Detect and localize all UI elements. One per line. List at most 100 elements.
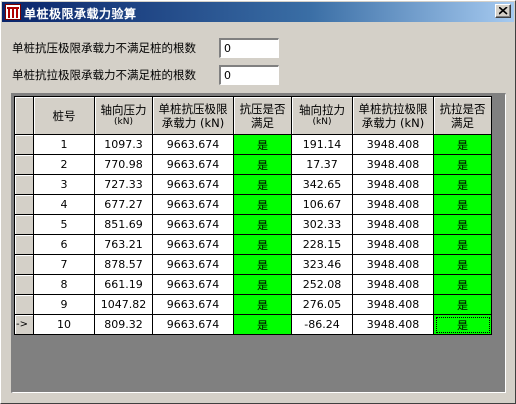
tension-fail-count-field[interactable]: 0 bbox=[219, 65, 279, 85]
column-header-tens-ok[interactable]: 抗拉是否 满足 bbox=[433, 96, 492, 135]
cell-axial-tension[interactable]: 17.37 bbox=[291, 154, 353, 175]
cell-axial-tension[interactable]: 323.46 bbox=[291, 254, 353, 275]
table-row[interactable]: 3 727.33 9663.674 是 342.65 3948.408 是 bbox=[14, 174, 492, 195]
cell-pile-no[interactable]: 4 bbox=[33, 194, 95, 215]
cell-tens-capacity[interactable]: 3948.408 bbox=[352, 194, 434, 215]
cell-axial-pressure[interactable]: 661.19 bbox=[94, 274, 153, 295]
table-row[interactable]: 6 763.21 9663.674 是 228.15 3948.408 是 bbox=[14, 234, 492, 255]
cell-pile-no[interactable]: 2 bbox=[33, 154, 95, 175]
cell-tens-capacity[interactable]: 3948.408 bbox=[352, 254, 434, 275]
cell-comp-capacity[interactable]: 9663.674 bbox=[152, 154, 234, 175]
cell-pile-no[interactable]: 8 bbox=[33, 274, 95, 295]
cell-tens-capacity[interactable]: 3948.408 bbox=[352, 314, 434, 335]
cell-axial-tension[interactable]: 252.08 bbox=[291, 274, 353, 295]
cell-comp-capacity[interactable]: 9663.674 bbox=[152, 254, 234, 275]
cell-comp-capacity[interactable]: 9663.674 bbox=[152, 294, 234, 315]
cell-tens-ok[interactable]: 是 bbox=[433, 134, 492, 155]
cell-axial-tension[interactable]: 106.67 bbox=[291, 194, 353, 215]
cell-tens-ok[interactable]: 是 bbox=[433, 174, 492, 195]
column-header-pile-no[interactable]: 桩号 bbox=[33, 96, 95, 135]
cell-comp-ok[interactable]: 是 bbox=[233, 134, 292, 155]
cell-tens-ok[interactable]: 是 bbox=[433, 194, 492, 215]
cell-tens-ok[interactable]: 是 bbox=[433, 254, 492, 275]
cell-comp-capacity[interactable]: 9663.674 bbox=[152, 234, 234, 255]
cell-comp-capacity[interactable]: 9663.674 bbox=[152, 174, 234, 195]
cell-axial-tension[interactable]: -86.24 bbox=[291, 314, 353, 335]
cell-tens-ok-focused[interactable]: 是 bbox=[433, 314, 492, 335]
cell-comp-capacity[interactable]: 9663.674 bbox=[152, 194, 234, 215]
cell-comp-ok[interactable]: 是 bbox=[233, 294, 292, 315]
close-button[interactable] bbox=[495, 4, 511, 18]
row-selector[interactable] bbox=[14, 254, 34, 275]
cell-axial-tension[interactable]: 302.33 bbox=[291, 214, 353, 235]
cell-axial-pressure[interactable]: 851.69 bbox=[94, 214, 153, 235]
cell-tens-capacity[interactable]: 3948.408 bbox=[352, 234, 434, 255]
cell-comp-capacity[interactable]: 9663.674 bbox=[152, 274, 234, 295]
cell-axial-pressure[interactable]: 770.98 bbox=[94, 154, 153, 175]
cell-comp-ok[interactable]: 是 bbox=[233, 194, 292, 215]
row-selector[interactable] bbox=[14, 294, 34, 315]
cell-comp-ok[interactable]: 是 bbox=[233, 154, 292, 175]
cell-axial-tension[interactable]: 342.65 bbox=[291, 174, 353, 195]
row-selector[interactable] bbox=[14, 234, 34, 255]
cell-axial-tension[interactable]: 191.14 bbox=[291, 134, 353, 155]
results-grid[interactable]: 桩号 轴向压力 (kN) 单桩抗压极限 承载力 (kN) 抗压是否 满足 轴向拉力 (k… bbox=[11, 93, 506, 393]
row-selector[interactable] bbox=[14, 154, 34, 175]
table-row[interactable]: 2 770.98 9663.674 是 17.37 3948.408 是 bbox=[14, 154, 492, 175]
table-row[interactable]: 4 677.27 9663.674 是 106.67 3948.408 是 bbox=[14, 194, 492, 215]
cell-comp-ok[interactable]: 是 bbox=[233, 174, 292, 195]
cell-axial-pressure[interactable]: 727.33 bbox=[94, 174, 153, 195]
cell-axial-tension[interactable]: 276.05 bbox=[291, 294, 353, 315]
table-row[interactable]: 1 1097.3 9663.674 是 191.14 3948.408 是 bbox=[14, 134, 492, 155]
cell-axial-pressure[interactable]: 809.32 bbox=[94, 314, 153, 335]
cell-axial-pressure[interactable]: 1047.82 bbox=[94, 294, 153, 315]
cell-tens-capacity[interactable]: 3948.408 bbox=[352, 274, 434, 295]
column-header-comp-ok[interactable]: 抗压是否 满足 bbox=[233, 96, 292, 135]
compression-fail-count-field[interactable]: 0 bbox=[219, 38, 279, 58]
cell-tens-ok[interactable]: 是 bbox=[433, 214, 492, 235]
cell-pile-no[interactable]: 7 bbox=[33, 254, 95, 275]
title-bar[interactable]: 单桩极限承载力验算 bbox=[2, 2, 514, 22]
cell-tens-ok[interactable]: 是 bbox=[433, 294, 492, 315]
cell-pile-no[interactable]: 5 bbox=[33, 214, 95, 235]
cell-comp-ok[interactable]: 是 bbox=[233, 254, 292, 275]
cell-pile-no[interactable]: 6 bbox=[33, 234, 95, 255]
column-header-axial-tension[interactable]: 轴向拉力 (kN) bbox=[291, 96, 353, 135]
current-row-indicator[interactable]: -> bbox=[14, 314, 34, 335]
cell-comp-capacity[interactable]: 9663.674 bbox=[152, 214, 234, 235]
table-row[interactable]: 5 851.69 9663.674 是 302.33 3948.408 是 bbox=[14, 214, 492, 235]
cell-pile-no[interactable]: 3 bbox=[33, 174, 95, 195]
cell-pile-no[interactable]: 10 bbox=[33, 314, 95, 335]
cell-comp-capacity[interactable]: 9663.674 bbox=[152, 134, 234, 155]
cell-tens-capacity[interactable]: 3948.408 bbox=[352, 294, 434, 315]
cell-comp-ok[interactable]: 是 bbox=[233, 214, 292, 235]
cell-axial-pressure[interactable]: 677.27 bbox=[94, 194, 153, 215]
cell-axial-pressure[interactable]: 878.57 bbox=[94, 254, 153, 275]
cell-tens-capacity[interactable]: 3948.408 bbox=[352, 174, 434, 195]
cell-axial-pressure[interactable]: 1097.3 bbox=[94, 134, 153, 155]
cell-tens-capacity[interactable]: 3948.408 bbox=[352, 214, 434, 235]
column-header-axial-pressure[interactable]: 轴向压力 (kN) bbox=[94, 96, 153, 135]
row-selector[interactable] bbox=[14, 274, 34, 295]
cell-tens-ok[interactable]: 是 bbox=[433, 234, 492, 255]
row-selector[interactable] bbox=[14, 174, 34, 195]
row-selector[interactable] bbox=[14, 134, 34, 155]
table-row-current[interactable]: -> 10 809.32 9663.674 是 -86.24 3948.408 … bbox=[14, 314, 492, 335]
cell-axial-tension[interactable]: 228.15 bbox=[291, 234, 353, 255]
row-selector[interactable] bbox=[14, 214, 34, 235]
table-row[interactable]: 9 1047.82 9663.674 是 276.05 3948.408 是 bbox=[14, 294, 492, 315]
column-header-tens-capacity[interactable]: 单桩抗拉极限 承载力 (kN) bbox=[352, 96, 434, 135]
row-selector[interactable] bbox=[14, 194, 34, 215]
cell-tens-ok[interactable]: 是 bbox=[433, 274, 492, 295]
cell-comp-ok[interactable]: 是 bbox=[233, 274, 292, 295]
cell-tens-capacity[interactable]: 3948.408 bbox=[352, 154, 434, 175]
cell-pile-no[interactable]: 9 bbox=[33, 294, 95, 315]
cell-tens-ok[interactable]: 是 bbox=[433, 154, 492, 175]
cell-comp-capacity[interactable]: 9663.674 bbox=[152, 314, 234, 335]
cell-comp-ok[interactable]: 是 bbox=[233, 234, 292, 255]
table-row[interactable]: 8 661.19 9663.674 是 252.08 3948.408 是 bbox=[14, 274, 492, 295]
cell-tens-capacity[interactable]: 3948.408 bbox=[352, 134, 434, 155]
cell-comp-ok[interactable]: 是 bbox=[233, 314, 292, 335]
column-header-comp-capacity[interactable]: 单桩抗压极限 承载力 (kN) bbox=[152, 96, 234, 135]
cell-axial-pressure[interactable]: 763.21 bbox=[94, 234, 153, 255]
